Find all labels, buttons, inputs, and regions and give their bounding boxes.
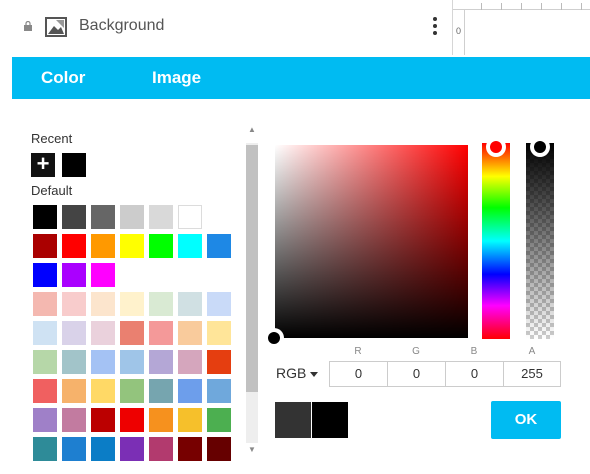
default-color-swatch[interactable]	[149, 408, 173, 432]
default-color-swatch[interactable]	[62, 234, 86, 258]
default-color-swatch[interactable]	[178, 350, 202, 374]
default-color-swatch[interactable]	[207, 321, 231, 345]
default-color-swatch[interactable]	[149, 437, 173, 461]
channel-label-b: B	[470, 346, 478, 357]
default-color-swatch[interactable]	[178, 292, 202, 316]
channel-label-r: R	[354, 346, 362, 357]
default-color-swatch[interactable]	[91, 350, 115, 374]
default-color-swatch[interactable]	[91, 321, 115, 345]
dropdown-arrow-icon	[310, 371, 319, 377]
default-color-swatch[interactable]	[120, 234, 144, 258]
scroll-down-icon[interactable]: ▼	[246, 445, 258, 455]
alpha-slider-handle[interactable]	[530, 137, 550, 157]
default-color-swatch[interactable]	[33, 379, 57, 403]
default-color-swatch[interactable]	[149, 205, 173, 229]
default-color-swatch[interactable]	[120, 205, 144, 229]
ruler-horizontal	[453, 0, 590, 10]
default-color-swatch[interactable]	[62, 437, 86, 461]
ok-button[interactable]: OK	[491, 401, 561, 439]
default-color-swatch[interactable]	[91, 205, 115, 229]
layer-row[interactable]: Background	[0, 0, 452, 55]
default-color-swatch[interactable]	[120, 292, 144, 316]
default-color-swatch[interactable]	[207, 350, 231, 374]
default-color-swatch[interactable]	[207, 437, 231, 461]
default-color-swatch[interactable]	[207, 408, 231, 432]
default-color-swatch[interactable]	[62, 321, 86, 345]
color-preview	[275, 402, 348, 438]
default-color-swatch[interactable]	[62, 379, 86, 403]
previous-color-swatch[interactable]	[275, 402, 311, 438]
default-color-swatch[interactable]	[207, 292, 231, 316]
default-color-swatch[interactable]	[149, 350, 173, 374]
default-label: Default	[31, 183, 73, 198]
blue-input[interactable]: 0	[445, 361, 504, 387]
default-color-swatch[interactable]	[207, 379, 231, 403]
default-color-swatch[interactable]	[33, 263, 57, 287]
default-color-swatch[interactable]	[149, 321, 173, 345]
canvas-ruler: 0	[452, 0, 590, 55]
default-color-swatch[interactable]	[91, 379, 115, 403]
alpha-slider[interactable]	[526, 143, 554, 339]
color-mode-select[interactable]: RGB	[276, 365, 319, 381]
add-color-button[interactable]: +	[31, 153, 55, 177]
hue-slider-handle[interactable]	[486, 137, 506, 157]
default-color-swatch[interactable]	[120, 408, 144, 432]
default-color-swatch[interactable]	[91, 437, 115, 461]
saturation-value-handle[interactable]	[264, 328, 284, 348]
color-picker-panel: Recent + Default ▲ ▼ R G B A RGB 0 0 0 2…	[12, 99, 590, 474]
default-color-swatch[interactable]	[91, 408, 115, 432]
fill-type-tabs: Color Image	[12, 57, 590, 99]
current-color-swatch	[312, 402, 348, 438]
default-color-swatch[interactable]	[120, 321, 144, 345]
recent-label: Recent	[31, 131, 73, 146]
default-color-swatch[interactable]	[33, 321, 57, 345]
default-color-swatch[interactable]	[62, 205, 86, 229]
saturation-value-area[interactable]	[275, 145, 468, 338]
default-color-swatch[interactable]	[91, 263, 115, 287]
default-color-swatch[interactable]	[178, 379, 202, 403]
default-color-swatch[interactable]	[149, 292, 173, 316]
tab-color[interactable]: Color	[41, 68, 85, 88]
image-layer-icon	[45, 17, 67, 37]
red-input[interactable]: 0	[329, 361, 388, 387]
lock-icon	[24, 21, 32, 31]
alpha-input[interactable]: 255	[503, 361, 561, 387]
layer-name: Background	[79, 17, 165, 34]
color-mode-value: RGB	[276, 365, 307, 381]
palette-scrollbar[interactable]: ▲ ▼	[242, 125, 261, 459]
default-color-swatch[interactable]	[33, 437, 57, 461]
default-color-swatch[interactable]	[178, 437, 202, 461]
channel-label-a: A	[528, 346, 536, 357]
default-color-swatch[interactable]	[33, 292, 57, 316]
default-color-swatch[interactable]	[207, 234, 231, 258]
default-color-swatch[interactable]	[120, 350, 144, 374]
default-color-swatch[interactable]	[62, 350, 86, 374]
recent-color-swatch[interactable]	[62, 153, 86, 177]
default-color-swatch[interactable]	[33, 408, 57, 432]
default-color-swatch[interactable]	[178, 408, 202, 432]
default-color-swatch[interactable]	[178, 234, 202, 258]
default-color-swatch[interactable]	[120, 379, 144, 403]
green-input[interactable]: 0	[387, 361, 446, 387]
default-color-swatch[interactable]	[33, 350, 57, 374]
default-color-swatch[interactable]	[33, 205, 57, 229]
default-color-swatch[interactable]	[33, 234, 57, 258]
default-color-swatch[interactable]	[178, 321, 202, 345]
default-color-swatch[interactable]	[149, 234, 173, 258]
default-color-swatch[interactable]	[149, 379, 173, 403]
default-color-swatch[interactable]	[62, 263, 86, 287]
default-color-swatch[interactable]	[91, 292, 115, 316]
more-options-icon[interactable]	[428, 14, 442, 40]
default-color-swatch[interactable]	[178, 205, 202, 229]
default-color-swatch[interactable]	[91, 234, 115, 258]
scroll-up-icon[interactable]: ▲	[246, 125, 258, 135]
scroll-thumb[interactable]	[246, 145, 258, 392]
ruler-origin-label: 0	[456, 26, 462, 36]
tab-image[interactable]: Image	[152, 68, 201, 88]
default-color-swatch[interactable]	[62, 292, 86, 316]
channel-label-g: G	[412, 346, 420, 357]
default-color-swatch[interactable]	[120, 437, 144, 461]
hue-slider[interactable]	[482, 143, 510, 339]
default-color-swatch[interactable]	[62, 408, 86, 432]
